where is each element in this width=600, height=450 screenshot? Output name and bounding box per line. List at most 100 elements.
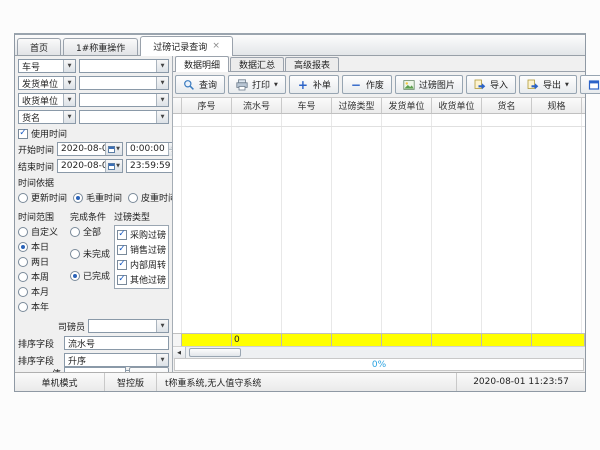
chevron-down-icon[interactable]: ▼ — [156, 320, 168, 332]
clipped-button[interactable] — [129, 367, 169, 372]
chevron-down-icon[interactable]: ▼ — [156, 111, 168, 123]
time-range-title: 时间范围 — [18, 210, 70, 223]
radio-icon — [70, 227, 80, 237]
totals-cell — [182, 334, 232, 346]
radio-range-month[interactable]: 本月 — [18, 285, 70, 298]
chevron-down-icon[interactable]: ▼ — [63, 60, 75, 72]
chevron-down-icon[interactable]: ▼ — [156, 94, 168, 106]
sort-field-input[interactable]: 流水号 — [64, 336, 169, 350]
radio-range-twodays[interactable]: 两日 — [18, 255, 70, 268]
settings-window-icon — [588, 79, 600, 91]
field-select-carno[interactable]: 车号 ▼ — [18, 59, 76, 73]
value-select-goods[interactable]: ▼ — [79, 110, 169, 124]
close-tab-icon[interactable]: × — [212, 42, 220, 51]
query-button[interactable]: 查询 — [175, 75, 225, 94]
horizontal-scrollbar[interactable]: ◀ — [173, 346, 585, 358]
filter-row-carno: 车号 ▼ ▼ — [18, 59, 169, 73]
tab-record-query[interactable]: 过磅记录查询 × — [140, 36, 233, 56]
filter-row-shipper: 发货单位 ▼ ▼ — [18, 76, 169, 90]
radio-finish-all[interactable]: 全部 — [70, 225, 114, 238]
totals-row: 0 — [173, 333, 585, 346]
col-header-serial[interactable]: 流水号 — [232, 98, 282, 113]
tab-weigh-operation[interactable]: 1#称重操作 — [63, 38, 138, 55]
chevron-down-icon[interactable]: ▼ — [274, 82, 278, 88]
settings-button[interactable]: 设置 — [580, 75, 600, 94]
weigh-type-group: 过磅类型 ✓采购过磅 ✓销售过磅 ✓内部周转 ✓其他过磅 — [114, 208, 169, 315]
totals-cell — [532, 334, 585, 346]
checkbox-other-weigh[interactable]: ✓其他过磅 — [117, 273, 166, 286]
radio-range-week[interactable]: 本周 — [18, 270, 70, 283]
import-button[interactable]: 导入 — [466, 75, 516, 94]
void-button[interactable]: − 作废 — [342, 75, 392, 94]
radio-icon — [18, 272, 28, 282]
tab-home[interactable]: 首页 — [17, 38, 61, 55]
scrollbar-thumb[interactable] — [189, 348, 241, 357]
col-header-spec[interactable]: 规格 — [532, 98, 582, 113]
end-time-spinner[interactable]: 23:59:59 ▲▼ — [126, 159, 173, 173]
value-select-receiver[interactable]: ▼ — [79, 93, 169, 107]
radio-range-year[interactable]: 本年 — [18, 300, 70, 313]
field-select-goods[interactable]: 货名 ▼ — [18, 110, 76, 124]
checkbox-checked-icon: ✓ — [117, 245, 127, 255]
filter-panel: 车号 ▼ ▼ 发货单位 ▼ ▼ 收货单位 ▼ — [15, 56, 173, 372]
calendar-icon[interactable]: ▼ — [105, 143, 122, 155]
col-header-weightype[interactable]: 过磅类型 — [332, 98, 382, 113]
totals-cell — [432, 334, 482, 346]
import-icon — [474, 79, 486, 91]
tab-data-detail[interactable]: 数据明细 — [175, 56, 229, 72]
filter-row-receiver: 收货单位 ▼ ▼ — [18, 93, 169, 107]
start-time-spinner[interactable]: 0:00:00 ▲▼ — [126, 142, 173, 156]
weigher-row: 司磅员 ▼ — [18, 319, 169, 333]
radio-tare-time[interactable]: 皮重时间 — [128, 191, 173, 204]
chevron-down-icon[interactable]: ▼ — [156, 77, 168, 89]
spinner-icon[interactable]: ▲▼ — [168, 143, 173, 155]
weigh-photos-button[interactable]: 过磅图片 — [395, 75, 463, 94]
field-select-shipper[interactable]: 发货单位 ▼ — [18, 76, 76, 90]
start-date-picker[interactable]: 2020-08-01 ▼ — [57, 142, 123, 156]
use-time-checkbox[interactable]: ✓ 使用时间 — [18, 127, 169, 140]
main-tab-strip: 首页 1#称重操作 过磅记录查询 × — [15, 35, 585, 56]
chevron-down-icon[interactable]: ▼ — [63, 111, 75, 123]
chevron-down-icon[interactable]: ▼ — [156, 60, 168, 72]
export-button[interactable]: 导出 ▼ — [519, 75, 577, 94]
col-header-carno[interactable]: 车号 — [282, 98, 332, 113]
condition-value-input[interactable] — [64, 367, 126, 372]
supplement-order-button[interactable]: + 补单 — [289, 75, 339, 94]
radio-finish-unfinished[interactable]: 未完成 — [70, 247, 114, 260]
col-header-shipper[interactable]: 发货单位 — [382, 98, 432, 113]
value-select-shipper[interactable]: ▼ — [79, 76, 169, 90]
end-date-picker[interactable]: 2020-08-01 ▼ — [57, 159, 123, 173]
value-select-carno[interactable]: ▼ — [79, 59, 169, 73]
totals-row-selector — [173, 334, 182, 346]
radio-range-custom[interactable]: 自定义 — [18, 225, 70, 238]
weigher-select[interactable]: ▼ — [88, 319, 169, 333]
checkbox-purchase-weigh[interactable]: ✓采购过磅 — [117, 228, 166, 241]
sort-order-row: 排序字段 升序 ▼ — [18, 353, 169, 367]
app-window: 首页 1#称重操作 过磅记录查询 × 车号 ▼ ▼ 发货单位 — [14, 33, 586, 392]
col-header-goods[interactable]: 货名 — [482, 98, 532, 113]
print-button[interactable]: 打印 ▼ — [228, 75, 286, 94]
grid-empty-area[interactable] — [173, 127, 585, 333]
checkbox-sale-weigh[interactable]: ✓销售过磅 — [117, 243, 166, 256]
radio-icon — [18, 287, 28, 297]
chevron-down-icon[interactable]: ▼ — [63, 77, 75, 89]
calendar-icon[interactable]: ▼ — [105, 160, 122, 172]
tab-home-label: 首页 — [30, 41, 48, 54]
tab-data-summary[interactable]: 数据汇总 — [230, 57, 284, 71]
radio-update-time[interactable]: 更新时间 — [18, 191, 67, 204]
chevron-down-icon[interactable]: ▼ — [565, 82, 569, 88]
radio-finish-finished[interactable]: 已完成 — [70, 269, 114, 282]
radio-selected-icon — [18, 242, 28, 252]
sort-order-select[interactable]: 升序 ▼ — [64, 353, 169, 367]
field-select-receiver[interactable]: 收货单位 ▼ — [18, 93, 76, 107]
checkbox-internal-transfer[interactable]: ✓内部周转 — [117, 258, 166, 271]
col-header-seq[interactable]: 序号 — [182, 98, 232, 113]
radio-range-today[interactable]: 本日 — [18, 240, 70, 253]
tab-advanced-report[interactable]: 高级报表 — [285, 57, 339, 71]
radio-gross-time[interactable]: 毛重时间 — [73, 191, 122, 204]
chevron-down-icon[interactable]: ▼ — [156, 354, 168, 366]
scroll-left-icon[interactable]: ◀ — [173, 347, 186, 359]
empty-grid-row[interactable] — [173, 114, 585, 127]
col-header-receiver[interactable]: 收货单位 — [432, 98, 482, 113]
chevron-down-icon[interactable]: ▼ — [63, 94, 75, 106]
